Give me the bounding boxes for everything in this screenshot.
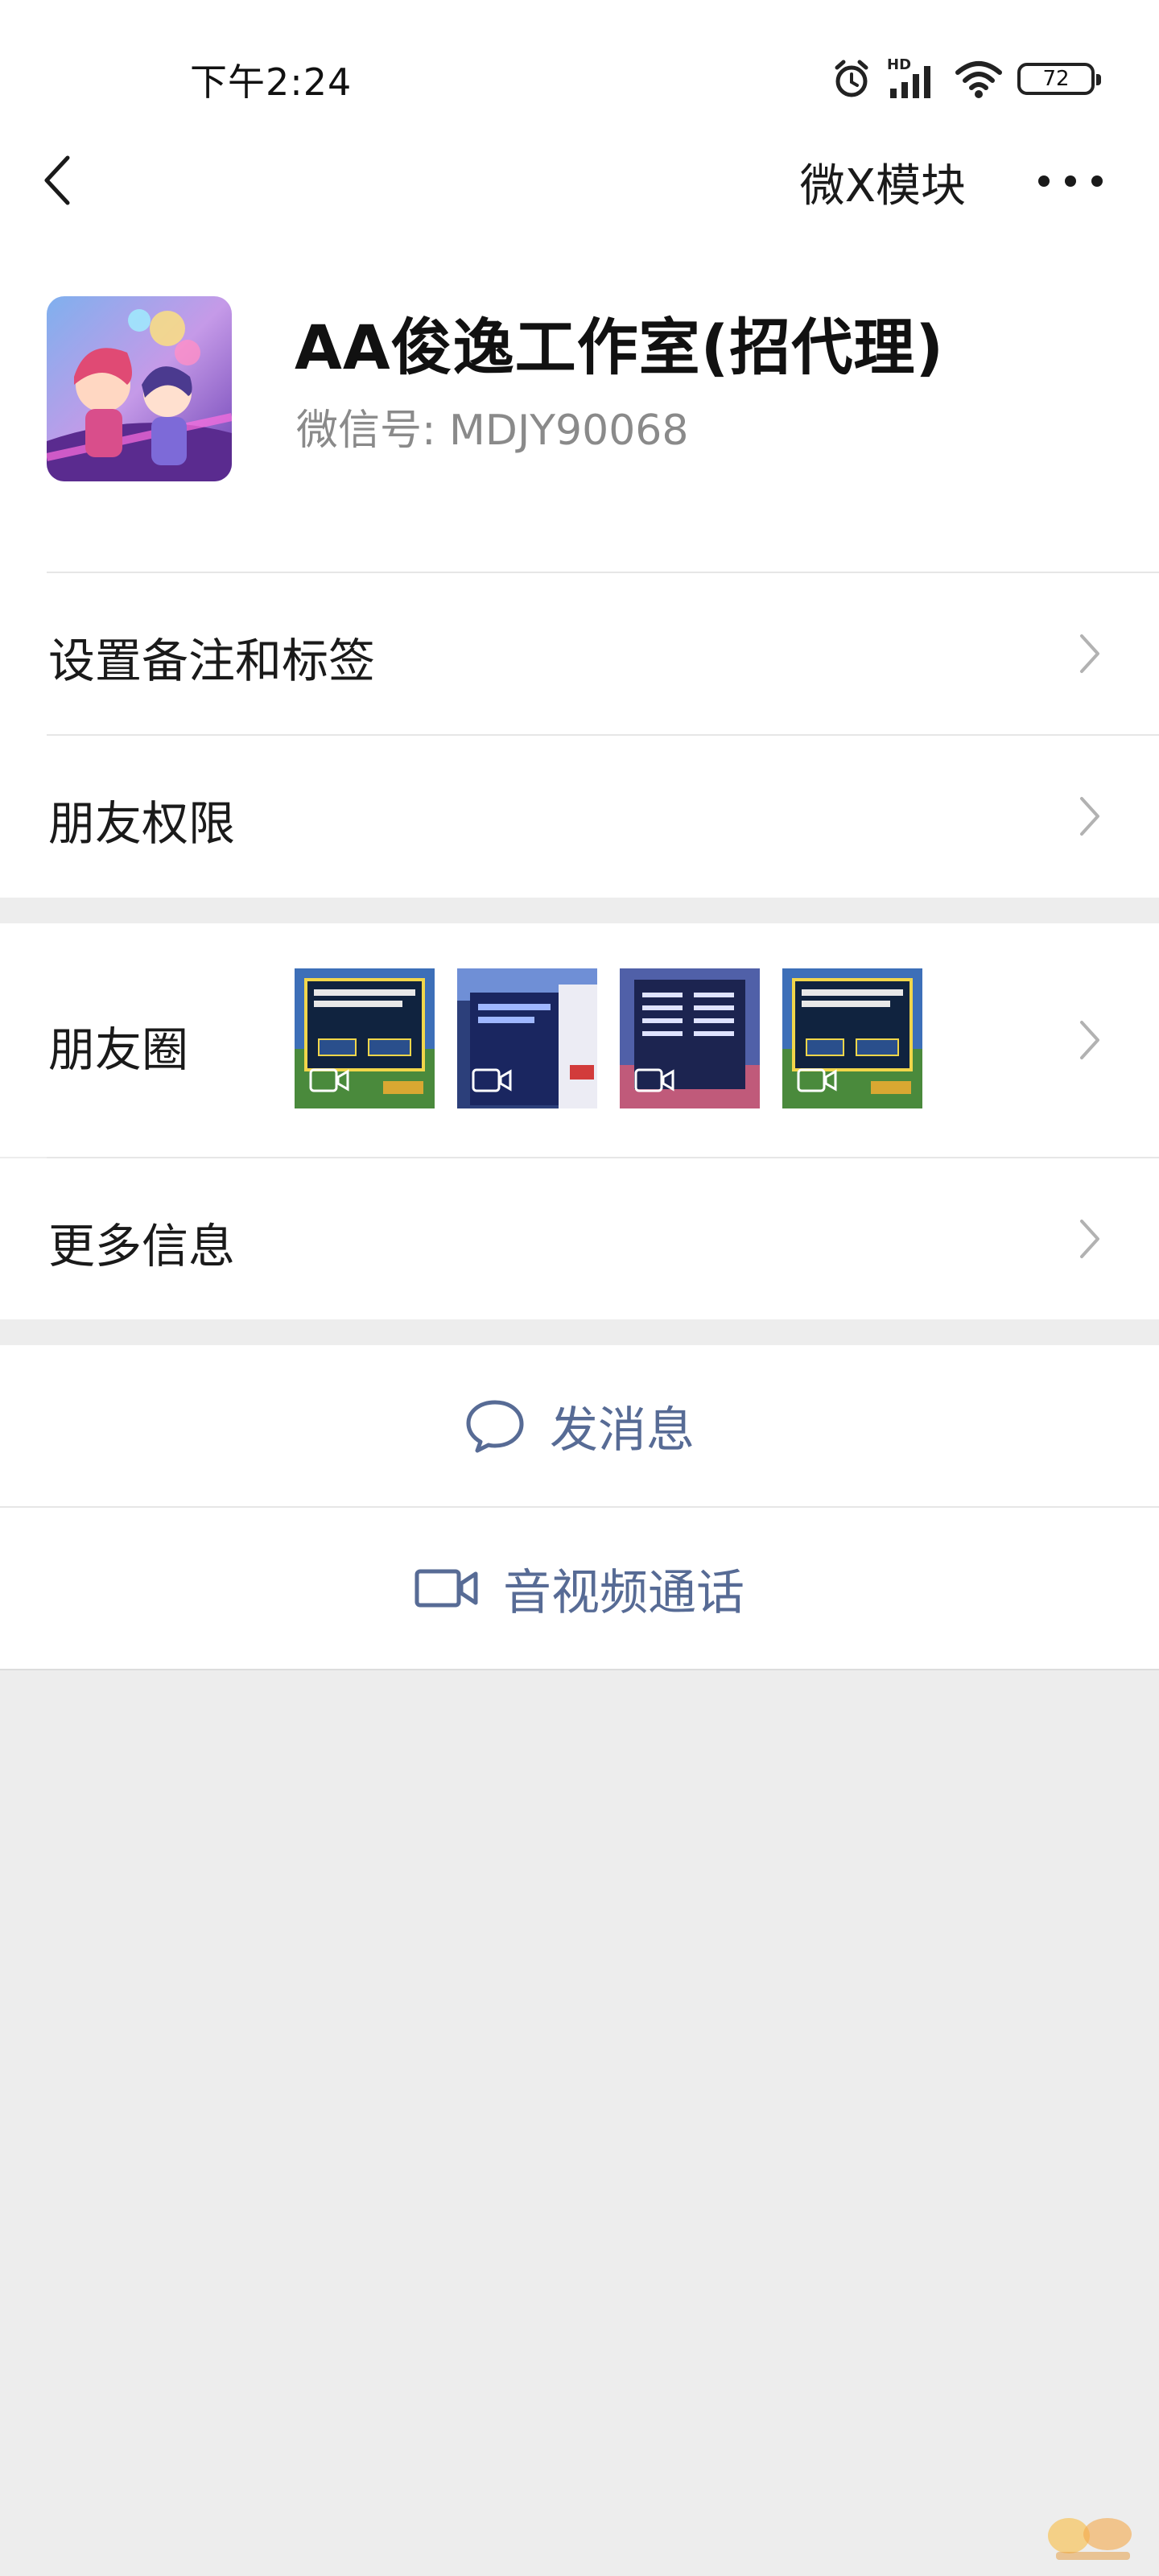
section-gap	[0, 1319, 1159, 1345]
video-icon	[309, 1068, 349, 1092]
moments-thumbnail[interactable]	[782, 968, 922, 1108]
moments-thumbnail[interactable]	[620, 968, 760, 1108]
video-icon	[634, 1068, 674, 1092]
profile-header: AA俊逸工作室(招代理) 微信号: MDJY90068	[0, 290, 1159, 499]
signal-icon: HD	[887, 56, 940, 101]
more-icon	[1038, 175, 1050, 187]
chat-bubble-icon	[466, 1400, 524, 1453]
remark-tags-row[interactable]: 设置备注和标签	[0, 573, 1159, 734]
video-icon	[472, 1068, 512, 1092]
moments-row[interactable]: 朋友圈	[0, 923, 1159, 1157]
divider	[0, 1669, 1159, 1670]
section-gap	[0, 898, 1159, 923]
status-time: 下午2:24	[190, 60, 353, 104]
avatar[interactable]	[47, 296, 232, 481]
wifi-icon	[955, 58, 1003, 100]
chevron-right-icon	[1074, 792, 1106, 840]
friend-permissions-label: 朋友权限	[48, 796, 236, 851]
chevron-right-icon	[1074, 1215, 1106, 1263]
alarm-icon	[831, 58, 872, 100]
chevron-right-icon	[1074, 1016, 1106, 1064]
back-button[interactable]	[34, 151, 82, 209]
video-icon	[797, 1068, 837, 1092]
status-icons: HD 72	[831, 56, 1101, 101]
profile-name: AA俊逸工作室(招代理)	[295, 312, 945, 383]
chevron-right-icon	[1074, 630, 1106, 678]
video-call-label: 音视频通话	[503, 1564, 744, 1621]
nav-bar: 微X模块	[0, 129, 1159, 233]
friend-permissions-row[interactable]: 朋友权限	[0, 736, 1159, 897]
video-call-button[interactable]: 音视频通话	[0, 1508, 1159, 1669]
nav-title-module[interactable]: 微X模块	[800, 150, 966, 215]
moments-thumbnails	[295, 968, 922, 1108]
moments-thumbnail[interactable]	[457, 968, 597, 1108]
moments-thumbnail[interactable]	[295, 968, 435, 1108]
more-options-button[interactable]	[1038, 161, 1103, 201]
more-info-label: 更多信息	[48, 1219, 236, 1274]
remark-tags-label: 设置备注和标签	[48, 634, 376, 688]
contact-profile-page: 下午2:24 HD 72 微X模块 AA俊逸工作室(招代理) 微信号: MDJY…	[0, 0, 1159, 2576]
battery-indicator: 72	[1017, 63, 1101, 95]
moments-label: 朋友圈	[48, 1022, 189, 1077]
wechat-id: 微信号: MDJY90068	[296, 407, 689, 455]
send-message-button[interactable]: 发消息	[0, 1345, 1159, 1506]
chevron-left-icon	[44, 155, 70, 205]
video-camera-icon	[415, 1569, 478, 1608]
more-info-row[interactable]: 更多信息	[0, 1158, 1159, 1319]
watermark-logo	[1040, 2504, 1145, 2568]
send-message-label: 发消息	[550, 1402, 695, 1459]
